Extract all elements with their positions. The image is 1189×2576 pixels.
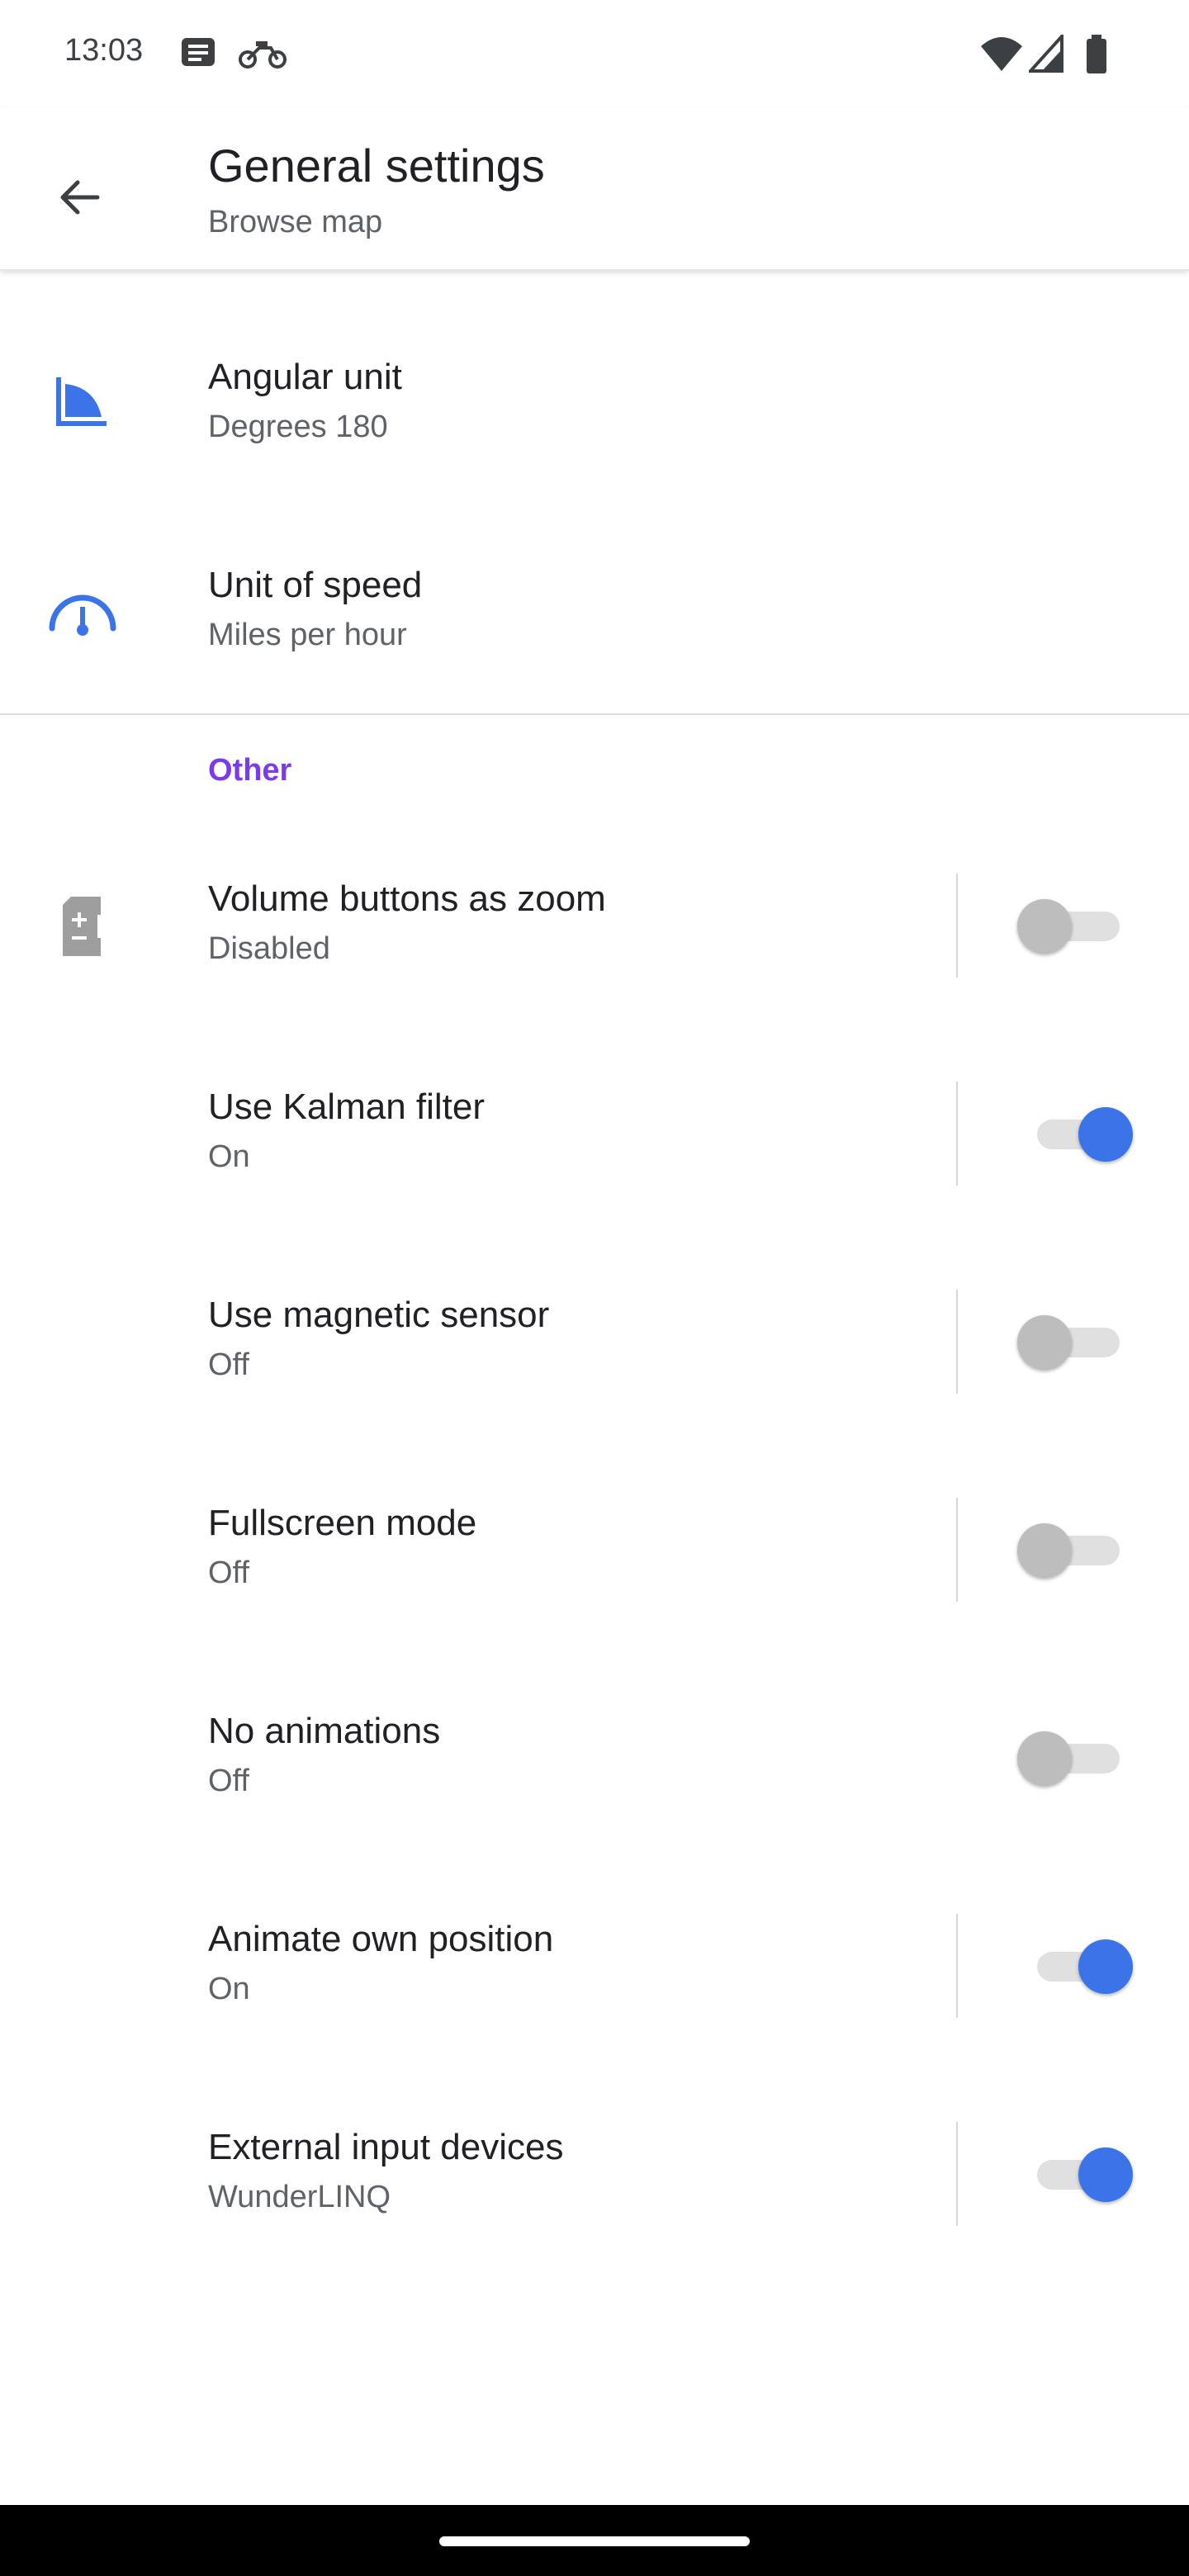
setting-title: Unit of speed: [208, 565, 423, 605]
message-icon: [180, 35, 218, 75]
setting-value: Miles per hour: [208, 618, 407, 652]
setting-value: Off: [208, 1347, 249, 1382]
app-bar: General settings Browse map: [0, 107, 1189, 271]
setting-animate-own-position[interactable]: Animate own position On: [0, 1863, 1189, 2071]
section-header-other: Other: [208, 753, 292, 788]
setting-magnetic-sensor[interactable]: Use magnetic sensor Off: [0, 1238, 1189, 1447]
setting-value: Degrees 180: [208, 410, 388, 444]
setting-value: On: [208, 1139, 250, 1174]
speedometer-icon: [43, 571, 122, 651]
setting-unit-of-speed[interactable]: Unit of speed Miles per hour: [0, 509, 1189, 717]
setting-external-input-devices[interactable]: External input devices WunderLINQ: [0, 2071, 1189, 2279]
setting-angular-unit[interactable]: Angular unit Degrees 180: [0, 301, 1189, 509]
no-animations-toggle[interactable]: [1017, 1727, 1133, 1787]
battery-icon: [1085, 35, 1108, 78]
external-input-toggle[interactable]: [1017, 2143, 1133, 2203]
vertical-divider: [956, 874, 958, 978]
setting-value: Off: [208, 1556, 249, 1590]
system-nav-bar: [0, 2505, 1189, 2576]
wifi-icon: [979, 35, 1024, 77]
signal-icon: [1026, 31, 1065, 77]
setting-value: WunderLINQ: [208, 2180, 391, 2214]
volume-zoom-toggle[interactable]: [1017, 895, 1133, 954]
vertical-divider: [956, 1914, 958, 2018]
setting-no-animations[interactable]: No animations Off: [0, 1655, 1189, 1863]
status-time: 13:03: [64, 33, 144, 68]
page-subtitle: Browse map: [208, 205, 383, 239]
arrow-left-icon: [53, 171, 106, 228]
setting-kalman-filter[interactable]: Use Kalman filter On: [0, 1030, 1189, 1238]
setting-title: Volume buttons as zoom: [208, 878, 606, 919]
motorbike-icon: [238, 35, 287, 75]
vertical-divider: [956, 1498, 958, 1602]
vertical-divider: [956, 1082, 958, 1186]
page-title: General settings: [208, 140, 545, 192]
vertical-divider: [956, 1290, 958, 1394]
home-gesture-handle[interactable]: [439, 2536, 750, 2546]
animate-position-toggle[interactable]: [1017, 1935, 1133, 1995]
setting-fullscreen-mode[interactable]: Fullscreen mode Off: [0, 1447, 1189, 1655]
setting-volume-buttons-zoom[interactable]: Volume buttons as zoom Disabled: [0, 822, 1189, 1030]
setting-value: Off: [208, 1764, 249, 1798]
setting-title: No animations: [208, 1711, 441, 1751]
setting-title: Animate own position: [208, 1919, 554, 1959]
back-button[interactable]: [40, 159, 119, 239]
status-bar: 13:03: [0, 0, 1189, 107]
fullscreen-toggle[interactable]: [1017, 1519, 1133, 1579]
kalman-filter-toggle[interactable]: [1017, 1103, 1133, 1163]
section-divider: [0, 713, 1189, 715]
setting-title: Use magnetic sensor: [208, 1295, 550, 1335]
setting-title: Angular unit: [208, 357, 402, 397]
angle-icon: [43, 362, 122, 441]
setting-title: Fullscreen mode: [208, 1503, 477, 1543]
setting-title: Use Kalman filter: [208, 1087, 486, 1127]
setting-value: Disabled: [208, 931, 330, 966]
setting-value: On: [208, 1972, 250, 2006]
magnetic-sensor-toggle[interactable]: [1017, 1311, 1133, 1371]
volume-zoom-icon: [43, 887, 122, 966]
vertical-divider: [956, 2122, 958, 2226]
setting-title: External input devices: [208, 2127, 564, 2167]
